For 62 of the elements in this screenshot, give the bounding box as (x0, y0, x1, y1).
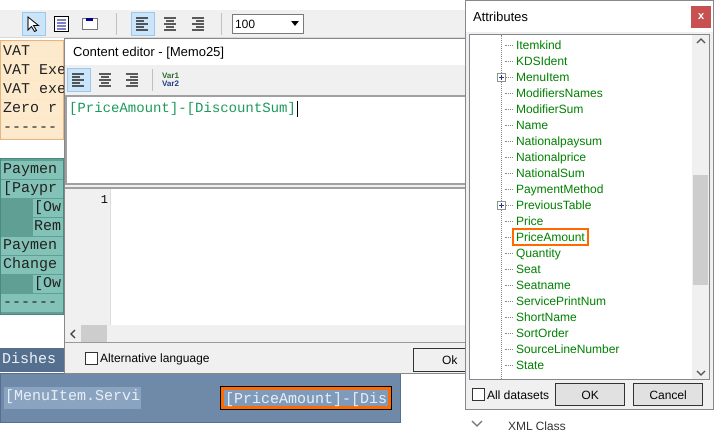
chevron-down-icon (470, 419, 484, 429)
band-row: ------ (1, 294, 63, 312)
checkbox[interactable] (85, 352, 98, 364)
tree-item[interactable]: SourceLineNumber (515, 342, 620, 356)
tree-item[interactable]: ModifierSum (515, 102, 584, 116)
scrollbar-thumb[interactable] (81, 325, 107, 342)
vertical-scrollbar[interactable] (692, 35, 709, 379)
band-row: VAT (1, 43, 63, 61)
band-row: Paymen (1, 237, 63, 255)
band-row: [Ow (33, 199, 63, 217)
band-row: [Paypr (1, 180, 63, 198)
tree-item[interactable]: PriceAmount (512, 228, 589, 246)
band-row: Change (1, 256, 63, 274)
cancel-button[interactable]: Cancel (633, 383, 704, 406)
band-row: VAT Exe (1, 62, 63, 80)
tree-item[interactable]: ServicePrintNum (515, 294, 608, 308)
align-button[interactable] (131, 12, 155, 36)
checkbox[interactable] (472, 388, 485, 401)
tree-item[interactable]: Itemkind (515, 38, 562, 52)
tree-item[interactable]: Name (515, 118, 550, 132)
window-title: Attributes (473, 8, 528, 26)
tree-item[interactable]: PaymentMethod (515, 182, 604, 196)
band-row: Paymen (1, 161, 63, 179)
tree-item[interactable]: PreviousTable (515, 198, 592, 212)
band-row: Zero r (1, 100, 63, 118)
tree-item[interactable]: Seat (515, 262, 542, 276)
report-field: [PriceAmount]-[Dis (221, 387, 392, 409)
scroll-up-icon (696, 37, 706, 45)
tree-item[interactable]: MenuItem (515, 70, 570, 84)
scroll-down-icon (696, 369, 706, 377)
band-row: ------ (1, 119, 63, 137)
band-title: Dishes (0, 348, 64, 372)
band-row: [Ow (33, 275, 63, 293)
tree-item[interactable]: Nationalpaysum (515, 134, 604, 148)
tool-button[interactable] (22, 12, 46, 36)
tree-item[interactable]: Seatname (515, 278, 572, 292)
band-row: VAT exe (1, 81, 63, 99)
zoom-dropdown[interactable]: 100 (232, 14, 304, 34)
scrollbar-thumb[interactable] (693, 175, 708, 285)
variables-button[interactable]: Var1 Var2 (160, 72, 181, 88)
window-title: Content editor - [Memo25] (73, 43, 224, 62)
tree-item[interactable]: ModifiersNames (515, 86, 604, 100)
caret-icon (291, 21, 299, 26)
attribute-tree[interactable] (469, 34, 710, 380)
tree-item[interactable]: SortOrder (515, 326, 570, 340)
tree-item[interactable]: NationalSum (515, 166, 586, 180)
tree-item[interactable]: State (515, 358, 546, 372)
tree-item[interactable]: Price (515, 214, 544, 228)
line-number: 1 (100, 192, 108, 209)
text-lines-icon (53, 14, 71, 32)
tree-item[interactable]: Nationalprice (515, 150, 588, 164)
align-button[interactable] (67, 68, 91, 92)
band-row: Rem (33, 218, 63, 236)
checkbox-label: Alternative language (100, 350, 210, 367)
property-label: XML Class (508, 419, 566, 433)
ok-button[interactable]: OK (555, 383, 626, 406)
tree-item[interactable]: ShortName (515, 310, 578, 324)
tree-item[interactable]: Quantity (515, 246, 562, 260)
report-field: [MenuItem.Servi (4, 387, 142, 409)
tree-item[interactable]: KDSIdent (515, 54, 568, 68)
close-button[interactable]: x (691, 6, 711, 28)
checkbox-label: All datasets (487, 386, 550, 404)
